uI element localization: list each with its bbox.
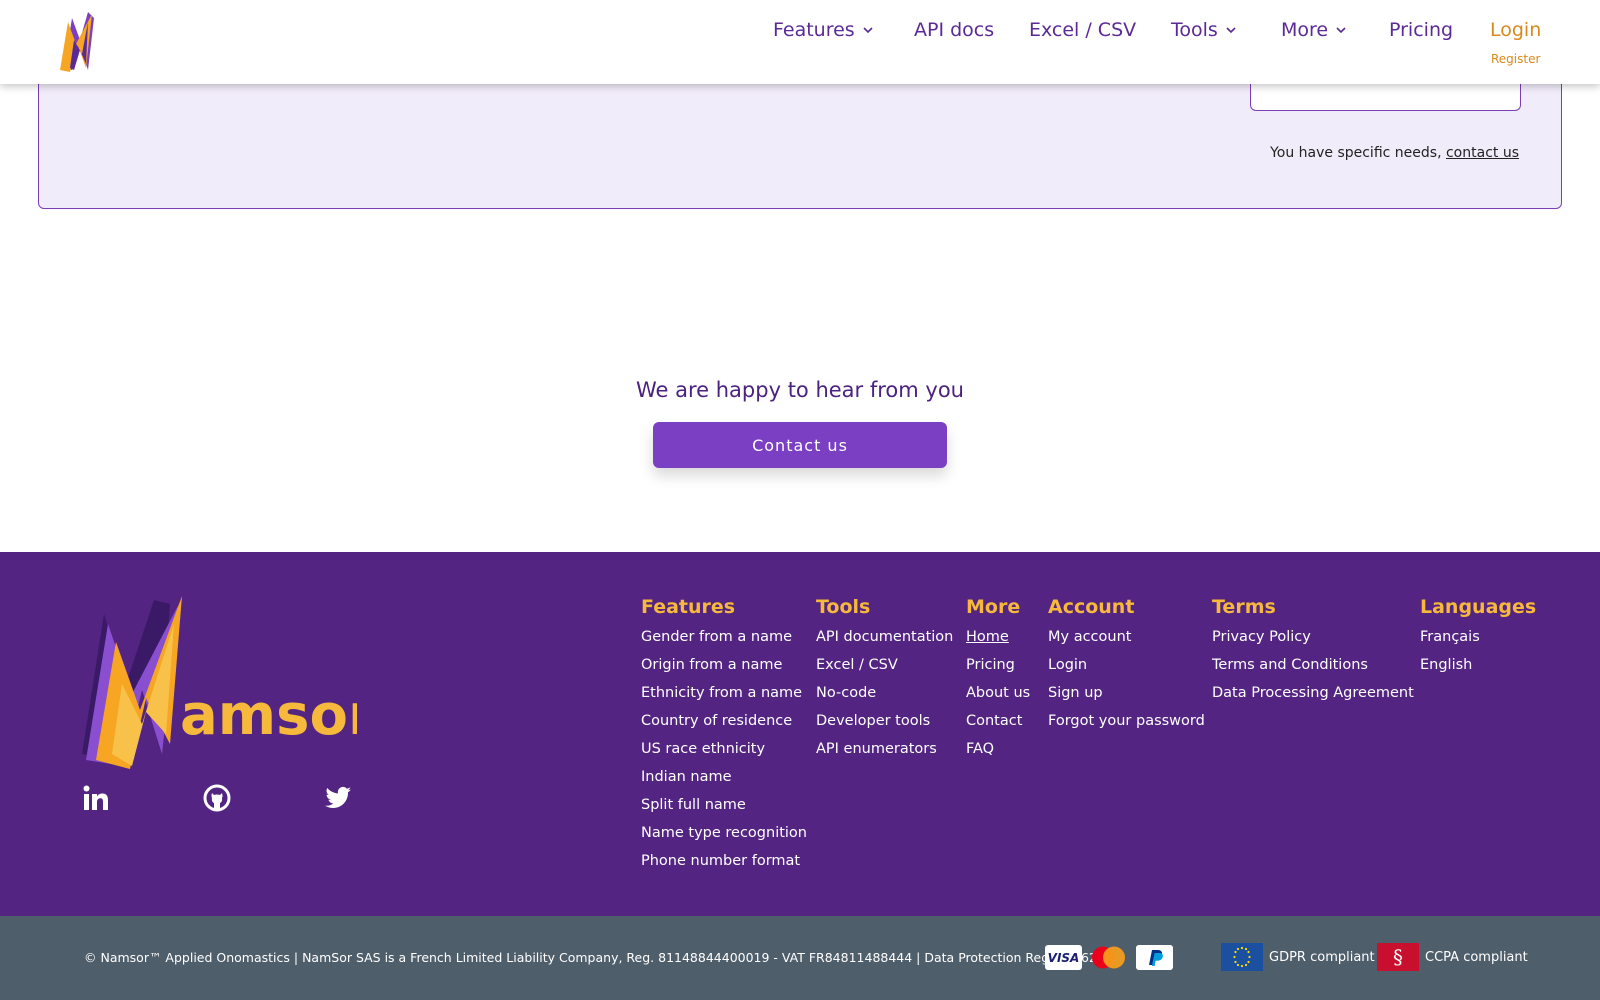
nav-more[interactable]: More: [1281, 19, 1346, 41]
linkedin-icon[interactable]: [82, 784, 110, 812]
visa-label: VISA: [1047, 950, 1080, 965]
footer-link-my-account[interactable]: My account: [1048, 627, 1205, 655]
gdpr-label: GDPR compliant: [1269, 949, 1375, 965]
footer-link-faq[interactable]: FAQ: [966, 739, 1030, 767]
footer-account-title: Account: [1048, 596, 1135, 618]
gdpr-badge: GDPR compliant: [1221, 943, 1375, 971]
footer-link-indian-name[interactable]: Indian name: [641, 767, 807, 795]
mastercard-icon: [1092, 946, 1125, 969]
footer-more-title: More: [966, 596, 1021, 618]
footer-link-contact[interactable]: Contact: [966, 711, 1030, 739]
nav-register[interactable]: Register: [1491, 52, 1540, 66]
nav-api-docs-label: API docs: [914, 19, 995, 41]
svg-text:amsor: amsor: [180, 683, 357, 748]
github-icon[interactable]: [203, 784, 231, 812]
nav-tools-label: Tools: [1171, 19, 1218, 41]
ccpa-section-icon: §: [1377, 943, 1419, 971]
footer-link-login[interactable]: Login: [1048, 655, 1205, 683]
footer-link-us-race[interactable]: US race ethnicity: [641, 739, 807, 767]
nav-features[interactable]: Features: [773, 19, 873, 41]
footer-link-no-code[interactable]: No-code: [816, 683, 953, 711]
cta-title: We are happy to hear from you: [635, 378, 964, 402]
eu-flag-icon: [1221, 943, 1263, 971]
nav-features-label: Features: [773, 19, 855, 41]
footer-link-gender[interactable]: Gender from a name: [641, 627, 807, 655]
footer-link-excel-csv[interactable]: Excel / CSV: [816, 655, 953, 683]
footer-link-origin[interactable]: Origin from a name: [641, 655, 807, 683]
twitter-icon[interactable]: [324, 784, 352, 812]
paypal-icon: [1136, 945, 1173, 970]
footer-link-phone-format[interactable]: Phone number format: [641, 851, 807, 879]
specific-needs-text: You have specific needs, contact us: [1270, 145, 1519, 161]
footer-link-ethnicity[interactable]: Ethnicity from a name: [641, 683, 807, 711]
footer-features-title: Features: [641, 596, 736, 618]
footer-col-more: More Home Pricing About us Contact FAQ: [966, 596, 1030, 767]
footer-link-home[interactable]: Home: [966, 627, 1030, 655]
footer-link-francais[interactable]: Français: [1420, 627, 1536, 655]
top-navbar: Features API docs Excel / CSV Tools More…: [0, 0, 1600, 84]
footer-link-about[interactable]: About us: [966, 683, 1030, 711]
ccpa-badge: § CCPA compliant: [1377, 943, 1528, 971]
namsor-logo-icon[interactable]: [58, 10, 100, 74]
footer-link-split-name[interactable]: Split full name: [641, 795, 807, 823]
footer-link-sign-up[interactable]: Sign up: [1048, 683, 1205, 711]
visa-icon: VISA: [1045, 945, 1082, 970]
footer: amsor Features Gender from a name Origin…: [0, 552, 1600, 916]
chevron-down-icon: [1226, 27, 1236, 34]
namsor-wordmark-logo[interactable]: amsor: [82, 594, 357, 769]
footer-link-terms[interactable]: Terms and Conditions: [1212, 655, 1414, 683]
footer-col-account: Account My account Login Sign up Forgot …: [1048, 596, 1205, 739]
specific-needs-label: You have specific needs,: [1270, 145, 1446, 161]
chevron-down-icon: [1336, 27, 1346, 34]
footer-col-tools: Tools API documentation Excel / CSV No-c…: [816, 596, 953, 767]
nav-excel-csv-label: Excel / CSV: [1029, 19, 1137, 41]
footer-link-forgot-password[interactable]: Forgot your password: [1048, 711, 1205, 739]
nav-tools[interactable]: Tools: [1171, 19, 1236, 41]
bottom-bar: © Namsor™ Applied Onomastics | NamSor SA…: [0, 916, 1600, 1000]
chevron-down-icon: [863, 27, 873, 34]
contact-us-link[interactable]: contact us: [1446, 145, 1519, 161]
nav-api-docs[interactable]: API docs: [914, 19, 994, 41]
footer-link-name-type[interactable]: Name type recognition: [641, 823, 807, 851]
footer-languages-title: Languages: [1420, 596, 1537, 618]
nav-pricing[interactable]: Pricing: [1389, 19, 1453, 41]
footer-terms-title: Terms: [1212, 596, 1276, 618]
nav-more-label: More: [1281, 19, 1329, 41]
footer-tools-title: Tools: [816, 596, 871, 618]
footer-link-api-docs[interactable]: API documentation: [816, 627, 953, 655]
footer-link-english[interactable]: English: [1420, 655, 1536, 683]
footer-col-features: Features Gender from a name Origin from …: [641, 596, 807, 879]
contact-us-button[interactable]: Contact us: [653, 422, 947, 468]
footer-link-pricing[interactable]: Pricing: [966, 655, 1030, 683]
footer-col-languages: Languages Français English: [1420, 596, 1536, 683]
nav-pricing-label: Pricing: [1389, 19, 1454, 41]
copyright-text: © Namsor™ Applied Onomastics | NamSor SA…: [84, 950, 1113, 965]
footer-link-dev-tools[interactable]: Developer tools: [816, 711, 953, 739]
footer-link-dpa[interactable]: Data Processing Agreement: [1212, 683, 1414, 711]
footer-link-country[interactable]: Country of residence: [641, 711, 807, 739]
footer-col-terms: Terms Privacy Policy Terms and Condition…: [1212, 596, 1414, 711]
nav-excel-csv[interactable]: Excel / CSV: [1029, 19, 1136, 41]
footer-link-privacy[interactable]: Privacy Policy: [1212, 627, 1414, 655]
nav-login[interactable]: Login: [1490, 19, 1541, 41]
footer-link-api-enum[interactable]: API enumerators: [816, 739, 953, 767]
ccpa-label: CCPA compliant: [1425, 949, 1528, 965]
